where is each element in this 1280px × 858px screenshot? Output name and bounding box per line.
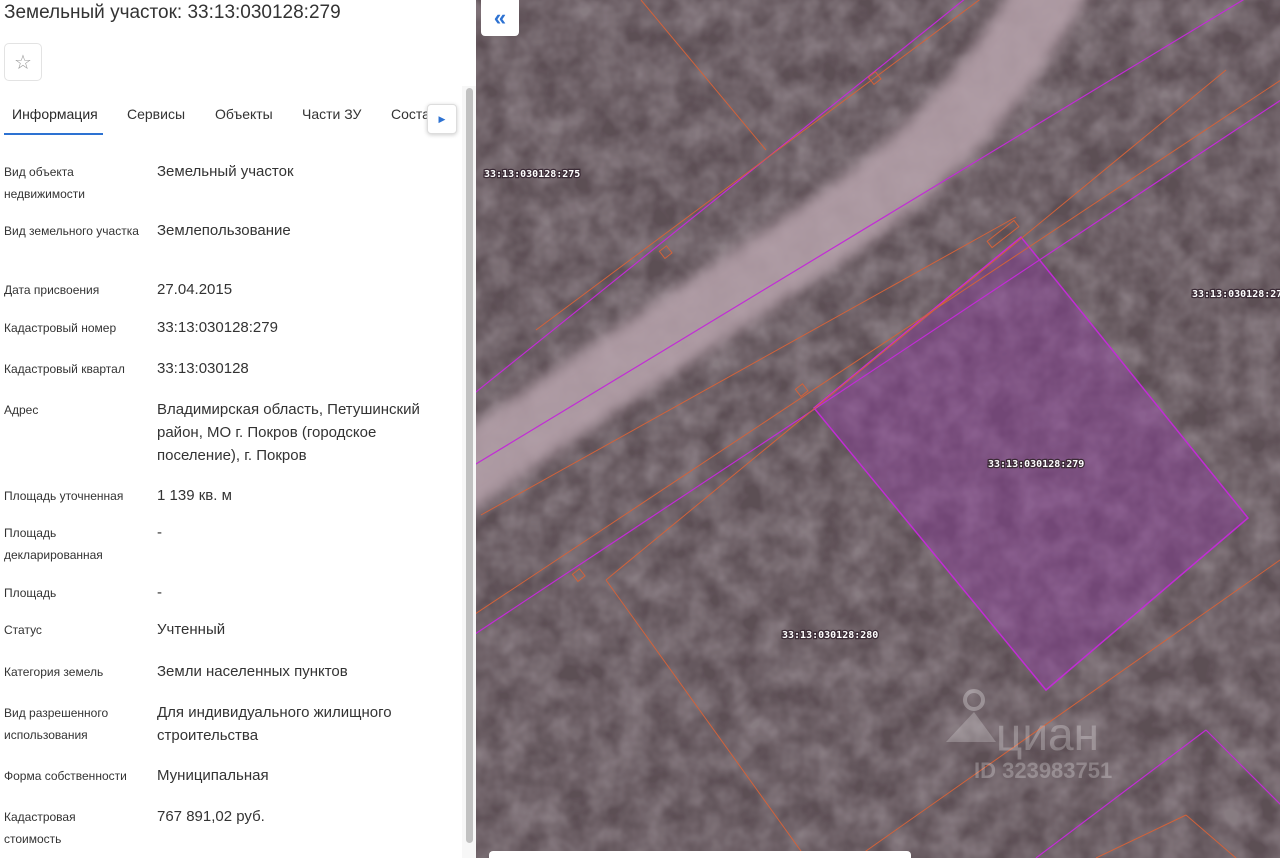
field-label-ownership-form: Форма собственности: [4, 769, 127, 783]
field-label-land-type: Вид земельного участка: [4, 224, 139, 238]
tab-objects[interactable]: Объекты: [215, 106, 273, 122]
field-label-permitted-use: Вид разрешенного использования: [4, 706, 109, 742]
satellite-map[interactable]: 33:13:030128:275 33:13:030128:278 33:13:…: [476, 0, 1280, 858]
field-value-object-type: Земельный участок: [157, 163, 294, 180]
info-panel: Земельный участок: 33:13:030128:279 ☆ Ин…: [0, 0, 476, 858]
tab-services[interactable]: Сервисы: [127, 106, 185, 122]
field-label-address: Адрес: [4, 403, 39, 417]
bottom-toolbar: [489, 851, 911, 858]
map-canvas[interactable]: 33:13:030128:275 33:13:030128:278 33:13:…: [476, 0, 1280, 858]
field-label-cadastral-quarter: Кадастровый квартал: [4, 362, 125, 376]
field-value-land-category: Земли населенных пунктов: [157, 663, 348, 680]
panel-scrollbar-thumb[interactable]: [466, 88, 473, 843]
field-label-land-category: Категория земель: [4, 665, 104, 679]
watermark-brand: циан: [996, 708, 1099, 760]
field-value-area: -: [157, 584, 162, 601]
field-label-cadastral-value: Кадастровая стоимость: [4, 810, 76, 846]
field-value-land-type: Землепользование: [157, 222, 291, 239]
tabs-next-arrow-icon[interactable]: ▶: [427, 104, 457, 134]
field-label-object-type: Вид объекта недвижимости: [4, 165, 85, 201]
field-value-cadastral-quarter: 33:13:030128: [157, 360, 249, 377]
field-value-cadastral-number: 33:13:030128:279: [157, 319, 278, 336]
parcel-label-280[interactable]: 33:13:030128:280: [781, 629, 880, 643]
parcel-label-275[interactable]: 33:13:030128:275: [483, 168, 582, 182]
tab-information[interactable]: Информация: [12, 106, 98, 122]
watermark-id: ID 323983751: [974, 758, 1112, 783]
field-value-permitted-use: Для индивидуального жилищного строительс…: [157, 704, 392, 744]
field-value-assign-date: 27.04.2015: [157, 281, 233, 298]
field-value-cadastral-value: 767 891,02 руб.: [157, 808, 265, 825]
page-title: Земельный участок: 33:13:030128:279: [4, 2, 341, 23]
favorite-star-icon[interactable]: ☆: [4, 43, 42, 81]
field-label-assign-date: Дата присвоения: [4, 283, 100, 297]
field-label-area-declared: Площадь декларированная: [4, 526, 103, 562]
tab-composition[interactable]: Соста: [391, 106, 430, 122]
field-label-status: Статус: [4, 623, 42, 637]
field-value-status: Учтенный: [157, 621, 226, 638]
field-value-area-specified: 1 139 кв. м: [157, 487, 232, 504]
tab-bar: Информация Сервисы Объекты Части ЗУ Сост…: [0, 96, 462, 136]
parcel-label-278[interactable]: 33:13:030128:278: [1191, 288, 1280, 302]
tab-land-parts[interactable]: Части ЗУ: [302, 106, 361, 122]
collapse-panel-icon[interactable]: «: [481, 0, 519, 36]
parcel-label-279[interactable]: 33:13:030128:279: [987, 458, 1086, 472]
field-label-area-specified: Площадь уточненная: [4, 489, 124, 503]
field-label-area: Площадь: [4, 586, 57, 600]
active-tab-indicator: [4, 133, 103, 135]
field-value-area-declared: -: [157, 524, 162, 541]
field-value-ownership-form: Муниципальная: [157, 767, 269, 784]
field-label-cadastral-number: Кадастровый номер: [4, 321, 117, 335]
field-value-address: Владимирская область, Петушинский район,…: [157, 401, 420, 464]
